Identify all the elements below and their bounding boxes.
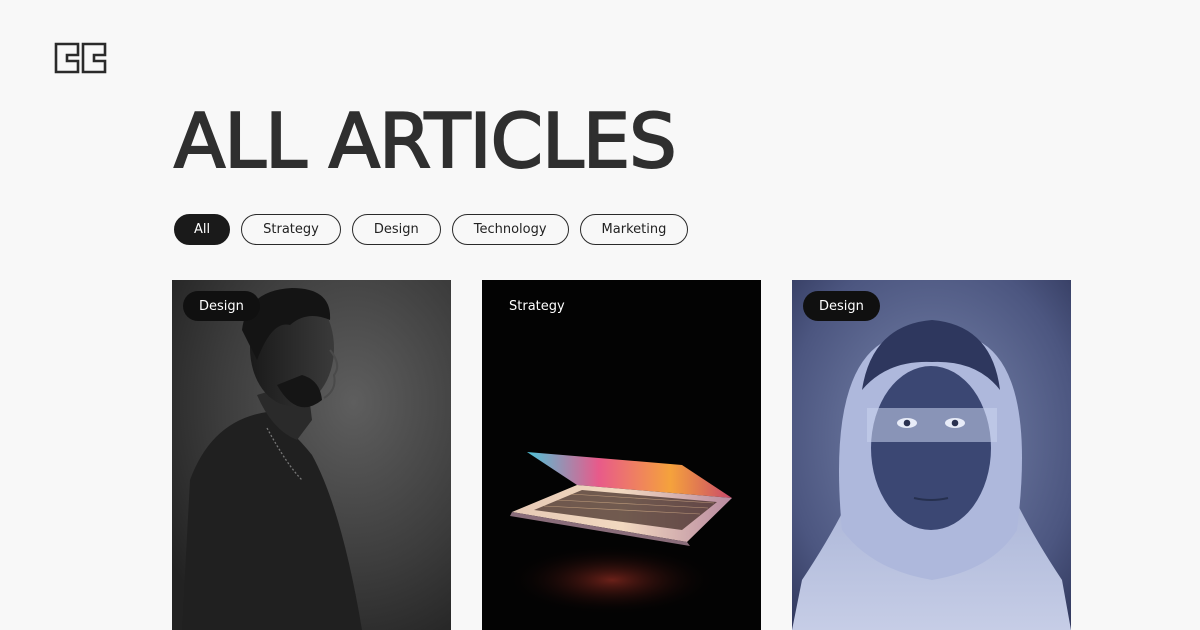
article-card[interactable]: Strategy <box>482 280 761 630</box>
filter-all-button[interactable]: All <box>174 214 231 245</box>
article-card[interactable]: Design <box>792 280 1071 630</box>
page-title: ALL ARTICLES <box>173 97 678 185</box>
category-filter-bar: All Strategy Design Technology Marketing <box>174 214 689 245</box>
card-category-badge: Strategy <box>509 298 565 314</box>
filter-design-button[interactable]: Design <box>351 214 441 245</box>
article-card[interactable]: Design <box>172 280 451 630</box>
portrait-man-profile-bw-image <box>172 280 451 630</box>
card-category-badge: Design <box>803 291 880 321</box>
filter-strategy-button[interactable]: Strategy <box>241 214 341 245</box>
card-category-badge: Design <box>183 291 260 321</box>
filter-marketing-button[interactable]: Marketing <box>579 214 689 245</box>
portrait-man-hoodie-blue-image <box>792 280 1071 630</box>
filter-technology-button[interactable]: Technology <box>451 214 569 245</box>
studio-monogram-icon[interactable] <box>54 42 107 74</box>
laptop-colorful-glow-image <box>482 280 761 630</box>
